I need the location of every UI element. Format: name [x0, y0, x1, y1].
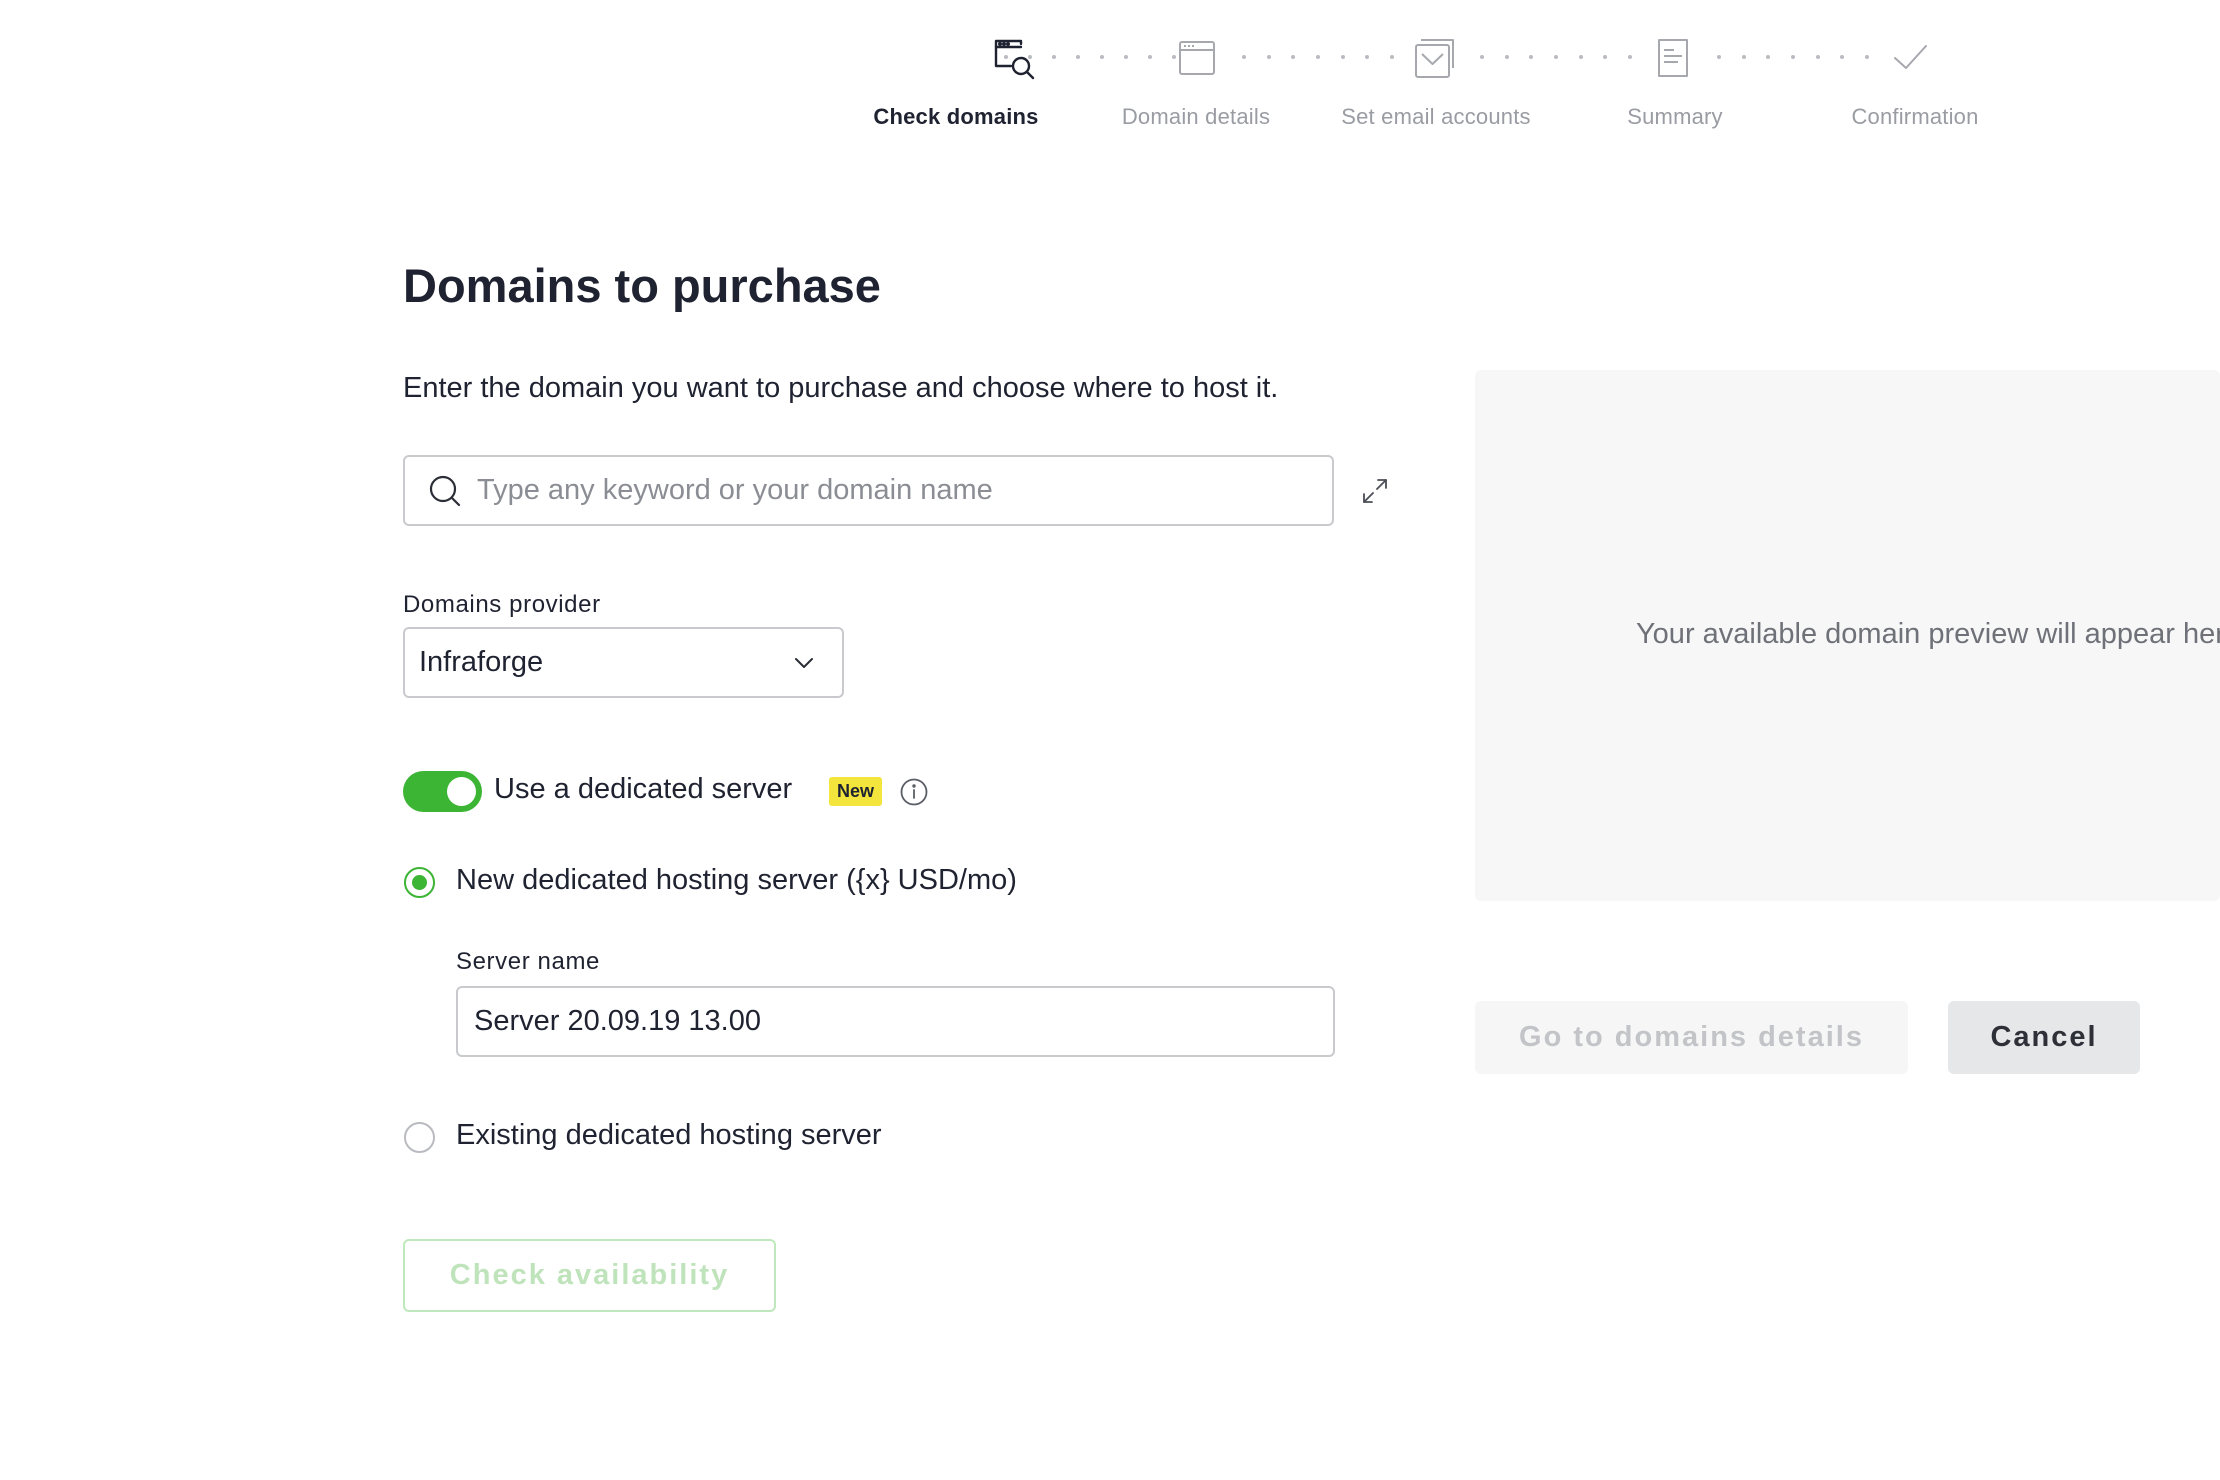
go-to-domain-details-button[interactable]: Go to domains details: [1475, 1001, 1908, 1074]
step-label-email-accounts: Set email accounts: [1341, 104, 1531, 129]
existing-server-radio[interactable]: [404, 1122, 435, 1153]
step-connector: [1004, 55, 1176, 59]
new-server-radio[interactable]: [404, 867, 435, 898]
check-availability-button[interactable]: Check availability: [403, 1239, 776, 1312]
domain-search-input[interactable]: [475, 473, 1332, 508]
step-label-domain-details: Domain details: [1121, 104, 1271, 129]
dedicated-server-label: Use a dedicated server: [494, 773, 793, 805]
document-icon: [1649, 34, 1697, 82]
browser-window-icon: [1174, 34, 1222, 82]
expand-icon[interactable]: [1360, 476, 1390, 506]
existing-server-label[interactable]: Existing dedicated hosting server: [456, 1119, 882, 1152]
step-label-summary: Summary: [1627, 104, 1723, 129]
checkmark-icon: [1886, 34, 1934, 82]
intro-text: Enter the domain you want to purchase an…: [403, 372, 1279, 404]
server-name-label: Server name: [456, 948, 600, 975]
provider-label: Domains provider: [403, 591, 601, 618]
new-server-label[interactable]: New dedicated hosting server ({x} USD/mo…: [456, 864, 1017, 897]
server-name-input[interactable]: [472, 1004, 1319, 1039]
new-badge: New: [829, 777, 883, 806]
toggle-knob: [447, 777, 476, 806]
info-icon[interactable]: [899, 777, 929, 807]
search-icon: [429, 475, 461, 506]
cancel-button[interactable]: Cancel: [1948, 1001, 2140, 1074]
page-title: Domains to purchase: [403, 259, 881, 312]
provider-select[interactable]: Infraforge: [403, 627, 844, 698]
step-connector: [1242, 55, 1394, 59]
provider-value: Infraforge: [419, 646, 544, 678]
step-connector: [1717, 55, 1869, 59]
domain-preview-panel: Your available domain preview will appea…: [1475, 370, 2220, 901]
chevron-down-icon: [795, 657, 813, 668]
progress-stepper: Check domains Domain details Set email a…: [0, 0, 2220, 160]
dedicated-server-toggle[interactable]: [403, 771, 482, 812]
preview-placeholder-text: Your available domain preview will appea…: [1636, 618, 2220, 650]
email-stack-icon: [1411, 34, 1459, 82]
step-label-confirmation: Confirmation: [1851, 104, 1979, 129]
server-name-field[interactable]: [456, 986, 1335, 1057]
domain-search-field[interactable]: [403, 455, 1334, 526]
step-connector: [1480, 55, 1632, 59]
step-label-check-domains: Check domains: [873, 104, 1039, 129]
